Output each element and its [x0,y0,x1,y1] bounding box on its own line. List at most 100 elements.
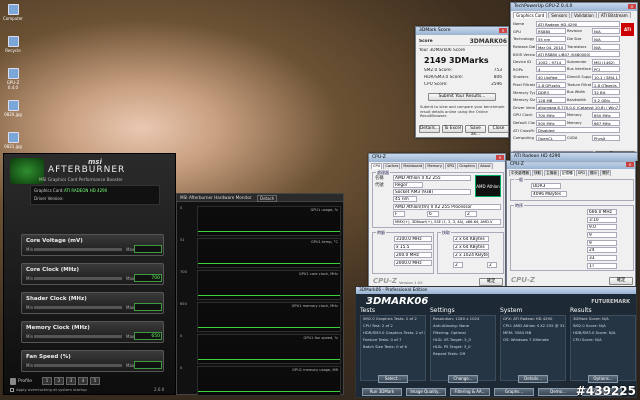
multiplier-value: x 15.5 [394,244,432,250]
dm-row: GFX: ATI Radeon HD 4290 [503,316,553,321]
cpuz-tab[interactable]: SPD [444,163,457,169]
gpuz-row-key2: Texture Fillrate [567,82,591,87]
cpuz-tab[interactable]: About [478,163,493,169]
monitor-graph-line [198,359,340,360]
close-icon[interactable]: × [496,155,504,160]
cpuz-tab[interactable]: SPD [575,170,587,176]
dm-bottom-button[interactable]: Filtering & AA... [450,388,490,396]
monitor-graph-value: 650 [180,302,187,306]
gpuz-row-value2: N/A [592,28,620,35]
ab-version: 2.0.0 [154,387,165,392]
cpuz-ok-button[interactable]: 確定 [479,278,503,286]
dm-section-button[interactable]: Details... [518,375,548,383]
file-icon [7,36,19,47]
ab-slider[interactable]: Fan Speed (%) Min Max [21,350,164,372]
score-action-button[interactable]: To Excel [442,125,463,133]
cpuz-tab[interactable]: 顯示 [587,170,600,176]
gpuz-row-value: Mar 04, 2010 [536,43,566,50]
ab-slider-min: Min [26,363,34,368]
ab-slider[interactable]: Shader Clock (MHz) Min Max [21,292,164,314]
close-icon[interactable]: × [626,162,634,167]
gpuz-row-key: Memory Type [513,89,535,95]
cpuz-tab[interactable]: Memory [425,163,444,169]
ab-slider-track[interactable] [34,248,122,251]
close-icon[interactable]: × [499,28,507,33]
submit-results-button[interactable]: Submit Your Results... [428,93,496,101]
gpuz-tab[interactable]: ATI Bitstream [597,12,631,18]
desktop-icon[interactable]: GPU-Z 0.4.0 [2,68,24,90]
dm-bottom-button[interactable]: Image Quality... [406,388,446,396]
ab-slider[interactable]: Memory Clock (MHz) Min Max 650 [21,321,164,343]
desktop-icon[interactable]: Computer [2,4,24,21]
gpuz-tab[interactable]: Sensors [548,12,571,18]
ab-slider-track[interactable] [34,335,122,338]
monitor-graph-line [198,263,340,264]
ab-slider[interactable]: Core Clock (MHz) Min Max 700 [21,263,164,285]
score-row-value: 806 [493,75,502,80]
profile-slot-button[interactable]: 5 [90,377,100,385]
desktop-icon[interactable]: Recycle [2,36,24,53]
profile-slot-button[interactable]: 2 [54,377,64,385]
driver-label: Driver Version: [34,196,64,201]
dm-section-button[interactable]: Select... [378,375,408,383]
cpuz-tab[interactable]: Mainboard [401,163,425,169]
ab-slider-track[interactable] [34,306,122,309]
monitor-graph-value: 51 [180,238,185,242]
gpuz-titlebar[interactable]: TechPowerUp GPU-Z 0.4.0 × [511,3,637,11]
ab-slider-track[interactable] [34,277,122,280]
gpuz-row-key: Computing [513,135,534,141]
monitor-graph-label: GPU1 memory clock, MHz [291,304,338,308]
gpuz2-title[interactable]: ATI Radeon HD 4290 [511,153,637,161]
gpuz-row-value2: 32 Bit [592,89,620,96]
gpuz-tab[interactable]: Graphics Card [513,12,548,18]
cpuz-tab[interactable]: 關於 [600,170,612,176]
gpuz-row-key: Driver Version [513,104,535,110]
dm-section-header: System [500,307,523,314]
cpuz-tab[interactable]: Graphics [457,163,478,169]
cpuz-tab[interactable]: Caches [383,163,401,169]
file-icon [7,132,19,143]
dm-row: CPU: AMD Athlon II X2 255 @ 3100MHz [503,323,565,328]
ab-slider-track[interactable] [34,364,122,367]
dm-section-button[interactable]: Change... [448,375,478,383]
score-action-button[interactable]: Save as... [465,125,486,137]
cpuz2-ok-button[interactable]: 確定 [609,277,633,285]
startup-checkbox[interactable] [10,388,14,392]
cpuz-tab[interactable]: 快取 [531,170,544,176]
dm-section-panel: Resolution: 1280 x 1024 Anti-Aliasing: No… [430,315,496,381]
gpuz-tab[interactable]: Validation [571,12,597,18]
amd-athlon-logo: AMD Athlon II [475,175,501,211]
score-titlebar[interactable]: 3DMark Score × [416,27,508,35]
cpuz-mem-titlebar[interactable]: CPU-Z × [507,161,635,169]
score-action-button[interactable]: Close [488,125,509,133]
ab-slider[interactable]: Core Voltage (mV) Min Max [21,234,164,256]
profile-lock-icon[interactable] [10,378,16,385]
cpuz-cpu-titlebar[interactable]: CPU-Z × [369,154,505,162]
cpuz-tab[interactable]: CPU [371,163,383,169]
cpuz-tab[interactable]: 中央處理器 [509,170,531,176]
dm-section-button[interactable]: Options... [588,375,618,383]
gpuz-row-value: 4 [536,66,566,73]
profile-slot-button[interactable]: 3 [66,377,76,385]
close-icon[interactable]: × [628,4,636,9]
dm-bottom-button[interactable]: Graphs... [494,388,534,396]
score-action-button[interactable]: Details... [419,125,440,133]
dm-row: SM2.0 Graphics Tests: 2 of 2 [363,316,417,321]
profile-label: Profile [18,379,32,384]
detach-button[interactable]: Detach [257,195,278,202]
mem-timing-cr: 1T [587,262,617,269]
profile-slot-button[interactable]: 1 [42,377,52,385]
dm-bottom-button[interactable]: Run 3DMark [362,388,402,396]
desktop-icon-label: 0820.jpg [4,112,22,117]
monitor-graph-value: 0 [180,334,183,338]
dm-section-header: Tests [360,307,375,314]
cpuz-tab[interactable]: 記憶體 [559,170,575,176]
gpuz-row-key: Release Date [513,44,535,50]
desktop-icon[interactable]: 0820.jpg [2,100,24,117]
threads-value: 2 [487,262,497,268]
cpuz-tab[interactable]: 主機板 [544,170,559,176]
profile-slot-button[interactable]: 4 [78,377,88,385]
mem-timing-freq: 666.0 MHz [587,209,617,215]
dm-bottom-button[interactable]: Demo... [538,388,578,396]
desktop-icon[interactable]: 0821.jpg [2,132,24,149]
